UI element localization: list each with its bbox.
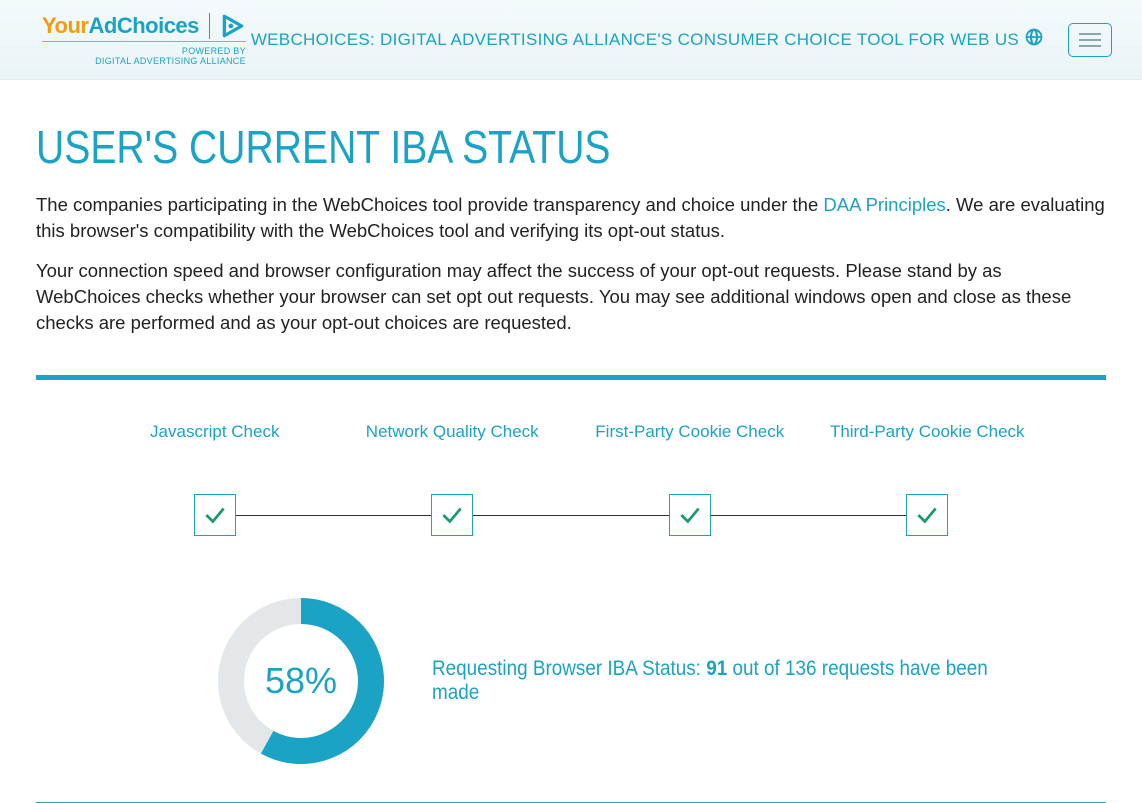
checkmark-icon [914, 502, 940, 528]
logo-subtitle: POWERED BY DIGITAL ADVERTISING ALLIANCE [42, 41, 246, 66]
app-header: YourAdChoices POWERED BY DIGITAL ADVERTI… [0, 0, 1142, 80]
progress-section: 58% Requesting Browser IBA Status: 91 ou… [216, 596, 1106, 766]
hamburger-icon [1079, 33, 1101, 35]
intro-paragraph-1: The companies participating in the WebCh… [36, 192, 1106, 244]
menu-button[interactable] [1068, 23, 1112, 57]
daa-principles-link[interactable]: DAA Principles [823, 194, 945, 215]
check-label: Javascript Check [96, 422, 334, 466]
progress-percent-label: 58% [265, 660, 337, 702]
section-divider-thick [36, 375, 1106, 380]
check-item-first-party-cookie: First-Party Cookie Check [571, 422, 809, 536]
intro-paragraph-2: Your connection speed and browser config… [36, 258, 1106, 336]
check-connector-line [210, 515, 932, 516]
check-item-network: Network Quality Check [334, 422, 572, 536]
header-title: WEBCHOICES: DIGITAL ADVERTISING ALLIANCE… [246, 30, 1024, 50]
logo[interactable]: YourAdChoices POWERED BY DIGITAL ADVERTI… [42, 13, 246, 66]
check-label: Network Quality Check [334, 422, 572, 466]
checkmark-icon [202, 502, 228, 528]
check-status-box [194, 494, 236, 536]
check-status-box [669, 494, 711, 536]
logo-divider [209, 13, 210, 39]
check-label: Third-Party Cookie Check [809, 422, 1047, 466]
logo-text: YourAdChoices [42, 13, 199, 39]
checkmark-icon [439, 502, 465, 528]
check-label: First-Party Cookie Check [571, 422, 809, 466]
progress-donut: 58% [216, 596, 386, 766]
check-status-box [906, 494, 948, 536]
adchoices-icon [220, 13, 246, 39]
check-item-javascript: Javascript Check [96, 422, 334, 536]
page-title: USER'S CURRENT IBA STATUS [36, 120, 946, 174]
checks-row: Javascript Check Network Quality Check F… [96, 422, 1046, 536]
check-item-third-party-cookie: Third-Party Cookie Check [809, 422, 1047, 536]
checkmark-icon [677, 502, 703, 528]
progress-status-text: Requesting Browser IBA Status: 91 out of… [432, 657, 1039, 705]
globe-icon[interactable] [1024, 27, 1044, 52]
check-status-box [431, 494, 473, 536]
